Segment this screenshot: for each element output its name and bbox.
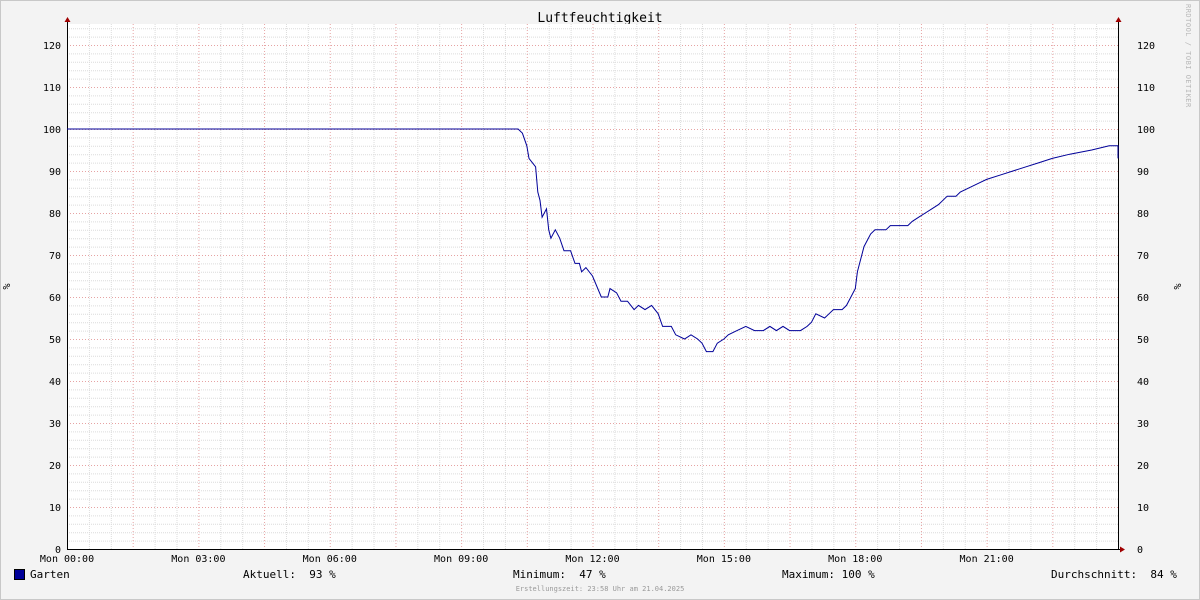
y-tick-label-right: 80 xyxy=(1137,209,1149,220)
legend: Garten Aktuell: 93 % Minimum: 47 % Maxim… xyxy=(0,568,1200,584)
y-tick-label-right: 110 xyxy=(1137,83,1155,94)
y-tick-label-left: 10 xyxy=(49,503,61,514)
y-tick-label-right: 100 xyxy=(1137,125,1155,136)
y-tick-label-left: 80 xyxy=(49,209,61,220)
creation-time-footnote: Erstellungszeit: 23:58 Uhr am 21.04.2025 xyxy=(515,585,685,593)
legend-minimum: Minimum: 47 % xyxy=(513,568,606,581)
y-axis-arrow-left xyxy=(64,17,71,22)
y-axis-label-left: % xyxy=(2,283,13,289)
x-tick-label: Mon 12:00 xyxy=(565,554,619,565)
chart-svg: 0 010 1020 2030 3040 4050 5060 6070 7080 8090 9010… xyxy=(2,17,1184,565)
legend-durchschnitt: Durchschnitt: 84 % xyxy=(1051,568,1177,581)
y-tick-label-right: 40 xyxy=(1137,377,1149,388)
x-tick-label: Mon 03:00 xyxy=(171,554,225,565)
y-tick-label-right: 0 xyxy=(1137,545,1143,556)
y-axis-arrow-right xyxy=(1115,17,1122,22)
y-axis-label-right: % xyxy=(1173,283,1184,289)
y-tick-label-right: 10 xyxy=(1137,503,1149,514)
legend-aktuell: Aktuell: 93 % xyxy=(243,568,336,581)
y-tick-label-right: 60 xyxy=(1137,293,1149,304)
x-tick-label: Mon 06:00 xyxy=(303,554,357,565)
x-tick-label: Mon 00:00 xyxy=(40,554,94,565)
legend-maximum: Maximum: 100 % xyxy=(782,568,875,581)
y-tick-label-left: 30 xyxy=(49,419,61,430)
y-tick-label-left: 120 xyxy=(43,41,61,52)
y-tick-label-right: 70 xyxy=(1137,251,1149,262)
x-axis-arrow xyxy=(1120,546,1125,553)
y-tick-label-left: 110 xyxy=(43,83,61,94)
y-tick-label-left: 60 xyxy=(49,293,61,304)
legend-series-name: Garten xyxy=(30,568,70,581)
y-tick-label-left: 100 xyxy=(43,125,61,136)
y-tick-label-right: 120 xyxy=(1137,41,1155,52)
y-tick-label-left: 70 xyxy=(49,251,61,262)
x-tick-label: Mon 21:00 xyxy=(960,554,1014,565)
y-tick-label-left: 90 xyxy=(49,167,61,178)
x-tick-label: Mon 09:00 xyxy=(434,554,488,565)
y-tick-label-right: 50 xyxy=(1137,335,1149,346)
y-tick-label-right: 20 xyxy=(1137,461,1149,472)
y-tick-label-right: 90 xyxy=(1137,167,1149,178)
y-tick-label-right: 30 xyxy=(1137,419,1149,430)
y-tick-label-left: 20 xyxy=(49,461,61,472)
legend-swatch-garten xyxy=(14,569,25,580)
x-tick-label: Mon 18:00 xyxy=(828,554,882,565)
y-tick-label-left: 40 xyxy=(49,377,61,388)
x-tick-label: Mon 15:00 xyxy=(697,554,751,565)
y-tick-label-left: 50 xyxy=(49,335,61,346)
